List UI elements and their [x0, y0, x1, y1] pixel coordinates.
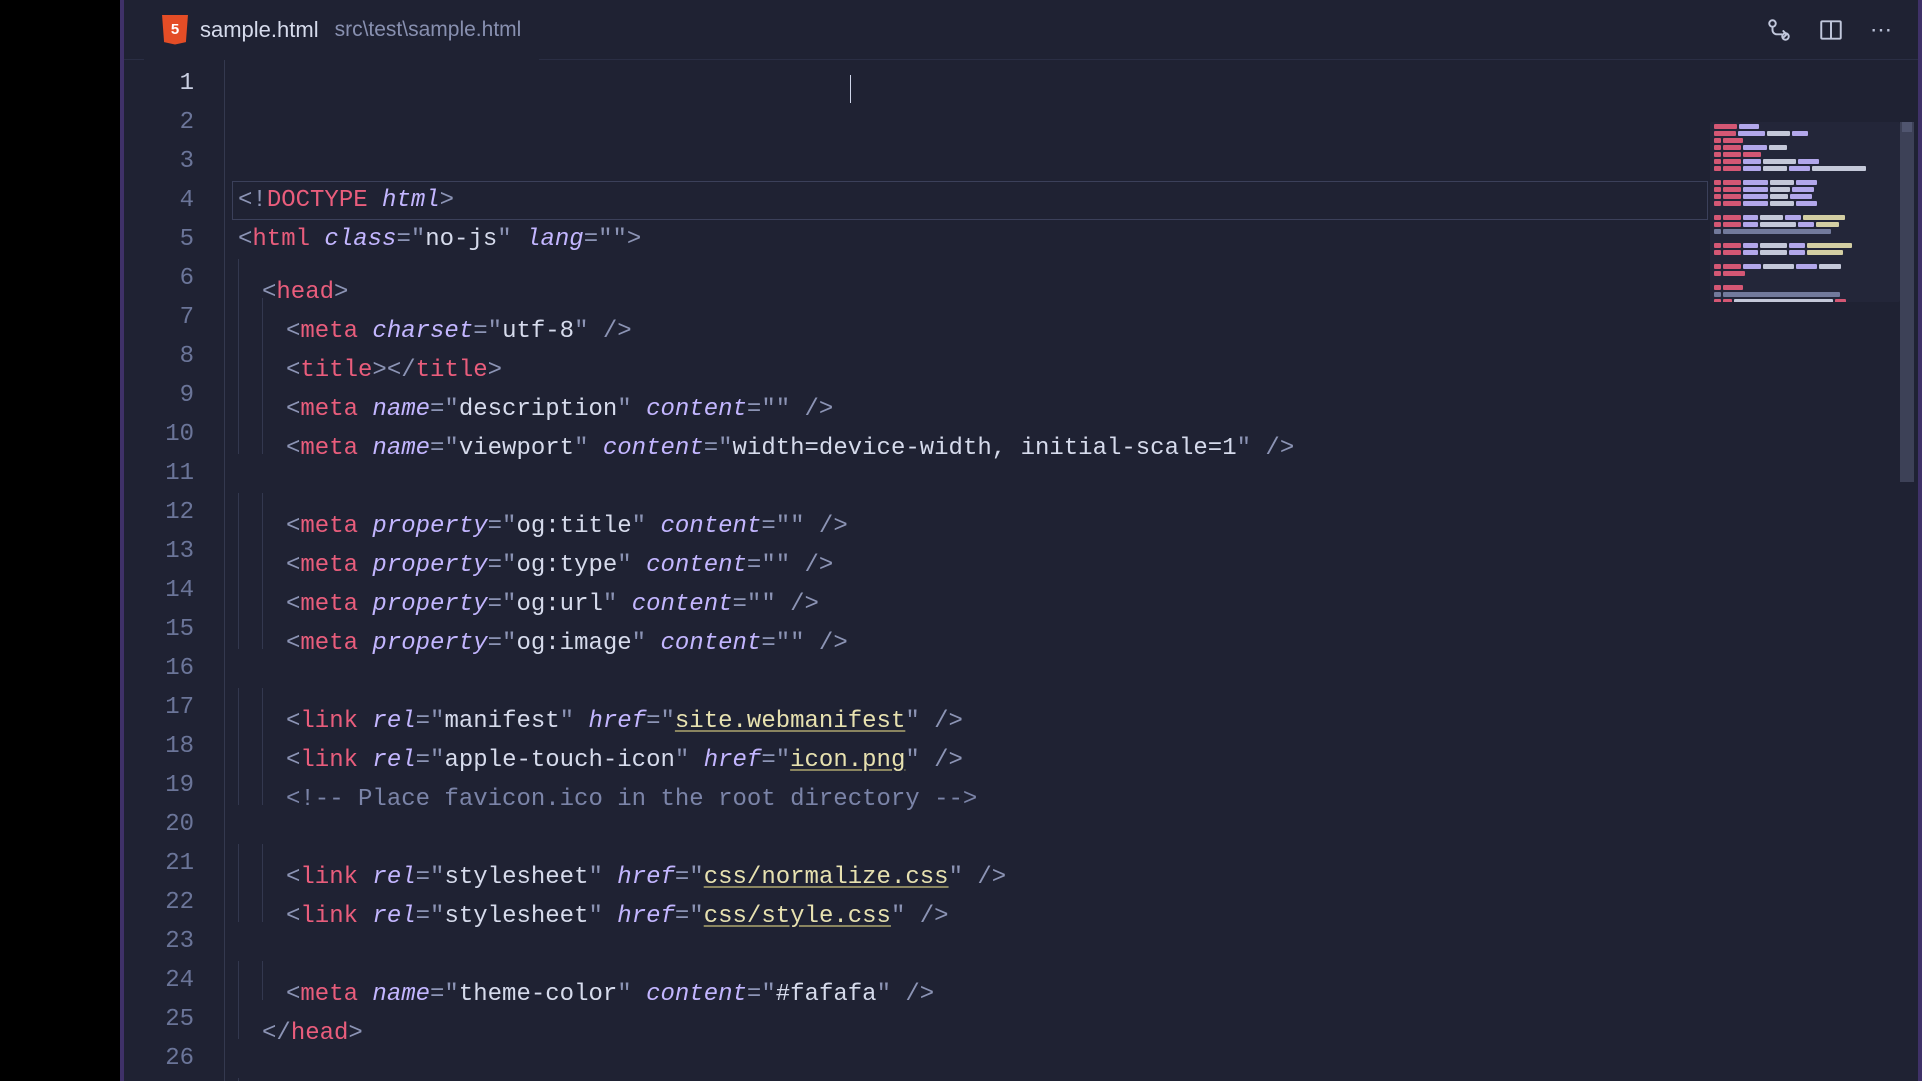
line-number[interactable]: 4	[124, 181, 194, 220]
line-number[interactable]: 17	[124, 688, 194, 727]
line-number[interactable]: 25	[124, 1000, 194, 1039]
line-number[interactable]: 26	[124, 1039, 194, 1078]
code-line[interactable]: <meta property="og:image" content="" />	[238, 610, 1918, 649]
code-line[interactable]: </head>	[238, 1000, 1918, 1039]
line-number[interactable]: 8	[124, 337, 194, 376]
code-editor[interactable]: 1234567891011121314151617181920212223242…	[124, 60, 1918, 1081]
code-line[interactable]: <meta name="description" content="" />	[238, 376, 1918, 415]
code-content[interactable]: <!DOCTYPE html><html class="no-js" lang=…	[224, 60, 1918, 1081]
tab-filepath: src\test\sample.html	[335, 18, 522, 42]
code-line[interactable]	[238, 922, 1918, 961]
code-line[interactable]: <html class="no-js" lang="">	[238, 220, 1918, 259]
line-number[interactable]: 11	[124, 454, 194, 493]
line-number[interactable]: 23	[124, 922, 194, 961]
code-line[interactable]: <meta property="og:type" content="" />	[238, 532, 1918, 571]
line-number[interactable]: 19	[124, 766, 194, 805]
line-number[interactable]: 5	[124, 220, 194, 259]
line-number[interactable]: 15	[124, 610, 194, 649]
code-line[interactable]: <meta property="og:url" content="" />	[238, 571, 1918, 610]
scroll-thumb[interactable]	[1900, 122, 1914, 482]
code-line[interactable]: <title></title>	[238, 337, 1918, 376]
code-line[interactable]: <meta charset="utf-8" />	[238, 298, 1918, 337]
line-number[interactable]: 1	[124, 64, 194, 103]
line-number[interactable]: 7	[124, 298, 194, 337]
line-number[interactable]: 14	[124, 571, 194, 610]
line-number[interactable]: 21	[124, 844, 194, 883]
line-number[interactable]: 13	[124, 532, 194, 571]
code-line[interactable]: <meta property="og:title" content="" />	[238, 493, 1918, 532]
html5-icon: 5	[162, 15, 188, 45]
code-line[interactable]: <link rel="stylesheet" href="css/style.c…	[238, 883, 1918, 922]
line-number[interactable]: 2	[124, 103, 194, 142]
line-number[interactable]: 20	[124, 805, 194, 844]
line-number[interactable]: 16	[124, 649, 194, 688]
vertical-scrollbar[interactable]	[1900, 122, 1914, 1077]
code-line[interactable]: <!DOCTYPE html>	[238, 181, 1918, 220]
line-number[interactable]: 22	[124, 883, 194, 922]
line-number[interactable]: 9	[124, 376, 194, 415]
code-line[interactable]	[238, 649, 1918, 688]
tab-actions: ⋯	[1766, 17, 1918, 43]
code-line[interactable]	[238, 805, 1918, 844]
line-number[interactable]: 6	[124, 259, 194, 298]
line-number[interactable]: 10	[124, 415, 194, 454]
tab-filename: sample.html	[200, 17, 319, 43]
line-number[interactable]: 24	[124, 961, 194, 1000]
text-cursor	[850, 75, 851, 103]
more-actions-icon[interactable]: ⋯	[1870, 17, 1896, 43]
code-line[interactable]: <!-- Place favicon.ico in the root direc…	[238, 766, 1918, 805]
code-line[interactable]: <meta name="theme-color" content="#fafaf…	[238, 961, 1918, 1000]
compare-changes-icon[interactable]	[1766, 17, 1792, 43]
code-line[interactable]: <meta name="viewport" content="width=dev…	[238, 415, 1918, 454]
tab-bar: 5 sample.html src\test\sample.html ⋯	[124, 0, 1918, 60]
code-line[interactable]: <head>	[238, 259, 1918, 298]
code-line[interactable]: <link rel="apple-touch-icon" href="icon.…	[238, 727, 1918, 766]
minimap[interactable]	[1710, 122, 1900, 302]
code-line[interactable]	[238, 1039, 1918, 1078]
split-editor-icon[interactable]	[1818, 17, 1844, 43]
line-number[interactable]: 3	[124, 142, 194, 181]
line-number-gutter[interactable]: 1234567891011121314151617181920212223242…	[124, 60, 224, 1081]
line-number[interactable]: 12	[124, 493, 194, 532]
code-line[interactable]	[238, 454, 1918, 493]
code-line[interactable]: <link rel="stylesheet" href="css/normali…	[238, 844, 1918, 883]
editor-tab-sample[interactable]: 5 sample.html src\test\sample.html	[144, 0, 539, 60]
line-number[interactable]: 18	[124, 727, 194, 766]
editor-frame: 5 sample.html src\test\sample.html ⋯ 123…	[120, 0, 1922, 1081]
code-line[interactable]: <link rel="manifest" href="site.webmanif…	[238, 688, 1918, 727]
